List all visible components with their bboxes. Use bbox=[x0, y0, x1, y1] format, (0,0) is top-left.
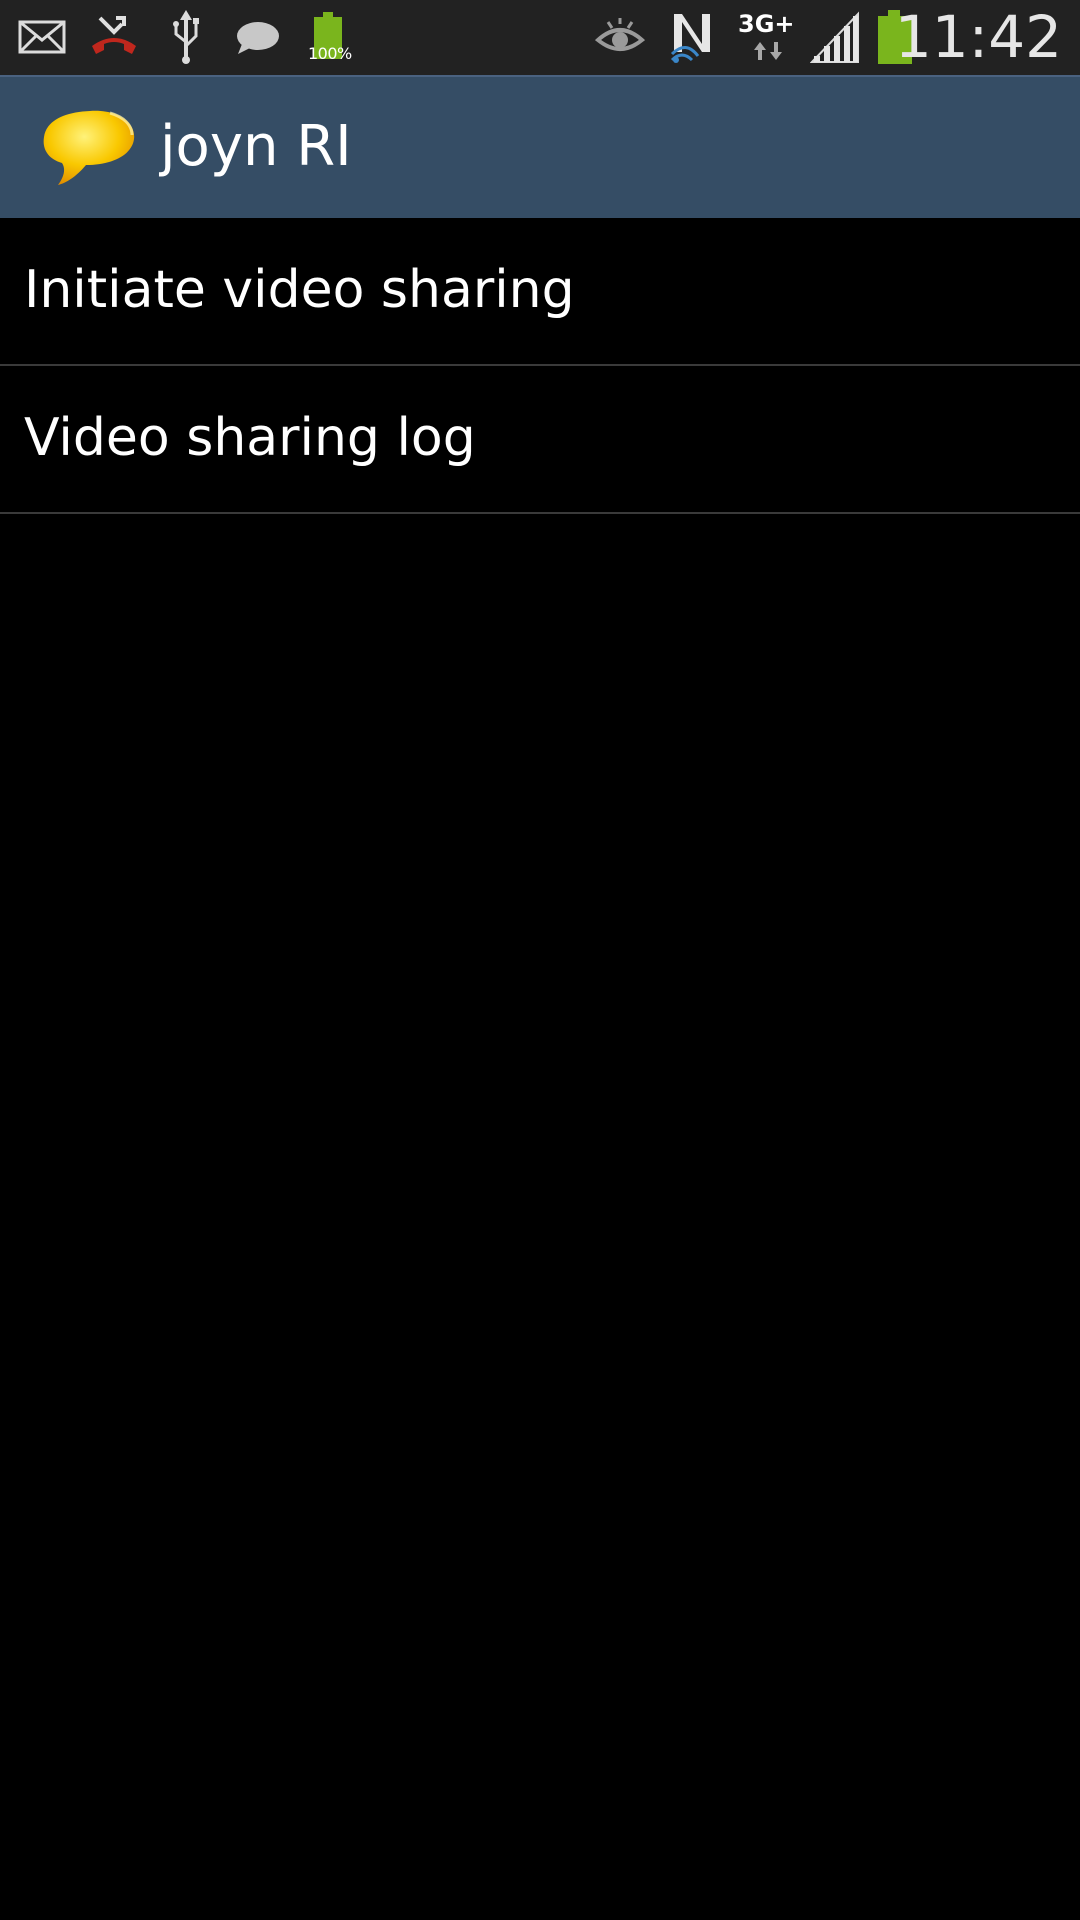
nfc-icon bbox=[668, 0, 720, 75]
network-3g-icon bbox=[748, 0, 788, 75]
action-bar: joyn RI bbox=[0, 75, 1080, 218]
list-item-label: Video sharing log bbox=[24, 408, 476, 468]
list-item-label: Initiate video sharing bbox=[24, 260, 575, 320]
missed-call-icon bbox=[88, 0, 140, 75]
status-clock: 11:42 bbox=[894, 3, 1062, 71]
usb-icon bbox=[168, 0, 204, 75]
battery-small-icon bbox=[310, 0, 350, 75]
list-item-video-sharing-log[interactable]: Video sharing log bbox=[0, 366, 1080, 514]
list-item-initiate-video-sharing[interactable]: Initiate video sharing bbox=[0, 218, 1080, 366]
eye-icon bbox=[594, 0, 646, 75]
joyn-logo-icon[interactable] bbox=[40, 105, 138, 187]
chat-bubble-icon bbox=[234, 0, 282, 75]
mail-icon bbox=[18, 0, 66, 75]
battery-percent-label: 100% bbox=[308, 44, 352, 63]
menu-list: Initiate video sharing Video sharing log bbox=[0, 218, 1080, 514]
app-title: joyn RI bbox=[160, 114, 352, 179]
signal-icon bbox=[810, 0, 862, 75]
status-bar: 100% 3G+ 11:42 bbox=[0, 0, 1080, 75]
